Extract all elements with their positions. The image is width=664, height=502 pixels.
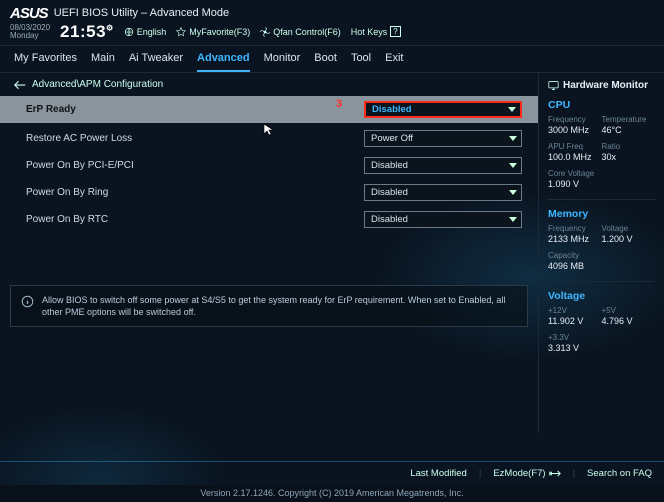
setting-power-on-by-ring[interactable]: Power On By Ring Disabled — [0, 179, 538, 206]
tab-tool[interactable]: Tool — [351, 52, 371, 72]
footer-links: Last Modified | EzMode(F7) | Search on F… — [0, 461, 664, 485]
setting-select[interactable]: Power Off — [364, 130, 522, 147]
chevron-down-icon — [509, 190, 517, 195]
last-modified-button[interactable]: Last Modified — [410, 468, 467, 479]
hardware-monitor-panel: Hardware Monitor CPU Frequency Temperatu… — [538, 73, 664, 433]
tab-ai-tweaker[interactable]: Ai Tweaker — [129, 52, 183, 72]
hw-section-cpu: CPU — [548, 99, 655, 111]
setting-power-on-by-pcie[interactable]: Power On By PCI-E/PCI Disabled — [0, 152, 538, 179]
tab-exit[interactable]: Exit — [385, 52, 403, 72]
hw-label: Voltage — [602, 224, 656, 233]
brand-logo: ASUS — [10, 5, 48, 22]
setting-label: Power On By PCI-E/PCI — [26, 160, 134, 171]
main-panel: Advanced\APM Configuration ErP Ready 3 D… — [0, 73, 538, 433]
menu-bar: My Favorites Main Ai Tweaker Advanced Mo… — [0, 46, 664, 73]
tab-advanced[interactable]: Advanced — [197, 52, 250, 72]
setting-label: Power On By Ring — [26, 187, 108, 198]
hw-label: APU Freq — [548, 142, 602, 151]
back-icon[interactable] — [14, 80, 26, 90]
help-text: Allow BIOS to switch off some power at S… — [42, 294, 517, 318]
ezmode-button[interactable]: EzMode(F7) — [493, 468, 560, 479]
tab-my-favorites[interactable]: My Favorites — [14, 52, 77, 72]
chevron-down-icon — [509, 163, 517, 168]
hw-value: 3.313 V — [548, 343, 655, 353]
hw-label: +12V — [548, 306, 602, 315]
tab-main[interactable]: Main — [91, 52, 115, 72]
setting-power-on-by-rtc[interactable]: Power On By RTC Disabled — [0, 206, 538, 233]
setting-label: Restore AC Power Loss — [26, 133, 132, 144]
hw-label: Ratio — [602, 142, 656, 151]
search-faq-button[interactable]: Search on FAQ — [587, 468, 652, 479]
switch-icon — [549, 469, 561, 478]
hw-value: 30x — [602, 152, 656, 162]
status-bar: 08/03/2020 Monday 21:53⚙ English MyFavor… — [0, 22, 664, 46]
hw-section-memory: Memory — [548, 208, 655, 220]
setting-select[interactable]: Disabled — [364, 211, 522, 228]
hw-value: 1.200 V — [602, 234, 656, 244]
chevron-down-icon — [508, 107, 516, 112]
gear-icon[interactable]: ⚙ — [106, 23, 114, 32]
hw-value: 2133 MHz — [548, 234, 602, 244]
info-icon — [21, 295, 34, 308]
title-bar: ASUS UEFI BIOS Utility – Advanced Mode — [0, 0, 664, 22]
annotation-marker: 3 — [336, 98, 342, 110]
hw-value: 3000 MHz — [548, 125, 602, 135]
hw-label: Frequency — [548, 115, 602, 124]
hw-label: Frequency — [548, 224, 602, 233]
hw-value: 4.796 V — [602, 316, 656, 326]
monitor-icon — [548, 80, 559, 91]
setting-erp-ready[interactable]: ErP Ready 3 Disabled — [0, 96, 538, 123]
qfan-button[interactable]: Qfan Control(F6) — [260, 27, 341, 37]
star-icon — [176, 27, 186, 37]
chevron-down-icon — [509, 136, 517, 141]
settings-list: ErP Ready 3 Disabled Restore AC Power Lo… — [0, 96, 538, 233]
hw-value: 1.090 V — [548, 179, 655, 189]
hotkeys-button[interactable]: Hot Keys ? — [351, 26, 401, 37]
hw-label: Core Voltage — [548, 169, 655, 178]
globe-icon — [124, 27, 134, 37]
help-box: Allow BIOS to switch off some power at S… — [10, 285, 528, 327]
hw-title: Hardware Monitor — [548, 80, 655, 91]
setting-select[interactable]: Disabled — [364, 184, 522, 201]
chevron-down-icon — [509, 217, 517, 222]
app-title: UEFI BIOS Utility – Advanced Mode — [54, 7, 229, 19]
setting-label: Power On By RTC — [26, 214, 108, 225]
hw-label: +3.3V — [548, 333, 655, 342]
hw-value: 46°C — [602, 125, 656, 135]
version-text: Version 2.17.1246. Copyright (C) 2019 Am… — [0, 485, 664, 502]
hw-label: Temperature — [602, 115, 656, 124]
hw-value: 100.0 MHz — [548, 152, 602, 162]
hw-label: +5V — [602, 306, 656, 315]
hw-section-voltage: Voltage — [548, 290, 655, 302]
breadcrumb[interactable]: Advanced\APM Configuration — [0, 73, 538, 96]
clock: 21:53⚙ — [60, 22, 114, 42]
myfavorite-button[interactable]: MyFavorite(F3) — [176, 27, 250, 37]
language-selector[interactable]: English — [124, 27, 167, 37]
setting-restore-ac-power-loss[interactable]: Restore AC Power Loss Power Off — [0, 125, 538, 152]
day-text: Monday — [10, 32, 50, 40]
setting-select[interactable]: Disabled — [364, 157, 522, 174]
footer: Last Modified | EzMode(F7) | Search on F… — [0, 461, 664, 502]
setting-label: ErP Ready — [26, 104, 76, 115]
setting-select[interactable]: Disabled — [364, 101, 522, 118]
date-block: 08/03/2020 Monday — [10, 24, 50, 40]
tab-boot[interactable]: Boot — [314, 52, 337, 72]
hw-value: 4096 MB — [548, 261, 655, 271]
tab-monitor[interactable]: Monitor — [264, 52, 301, 72]
hw-value: 11.902 V — [548, 316, 602, 326]
hw-label: Capacity — [548, 251, 655, 260]
fan-icon — [260, 27, 270, 37]
breadcrumb-text: Advanced\APM Configuration — [32, 79, 163, 90]
